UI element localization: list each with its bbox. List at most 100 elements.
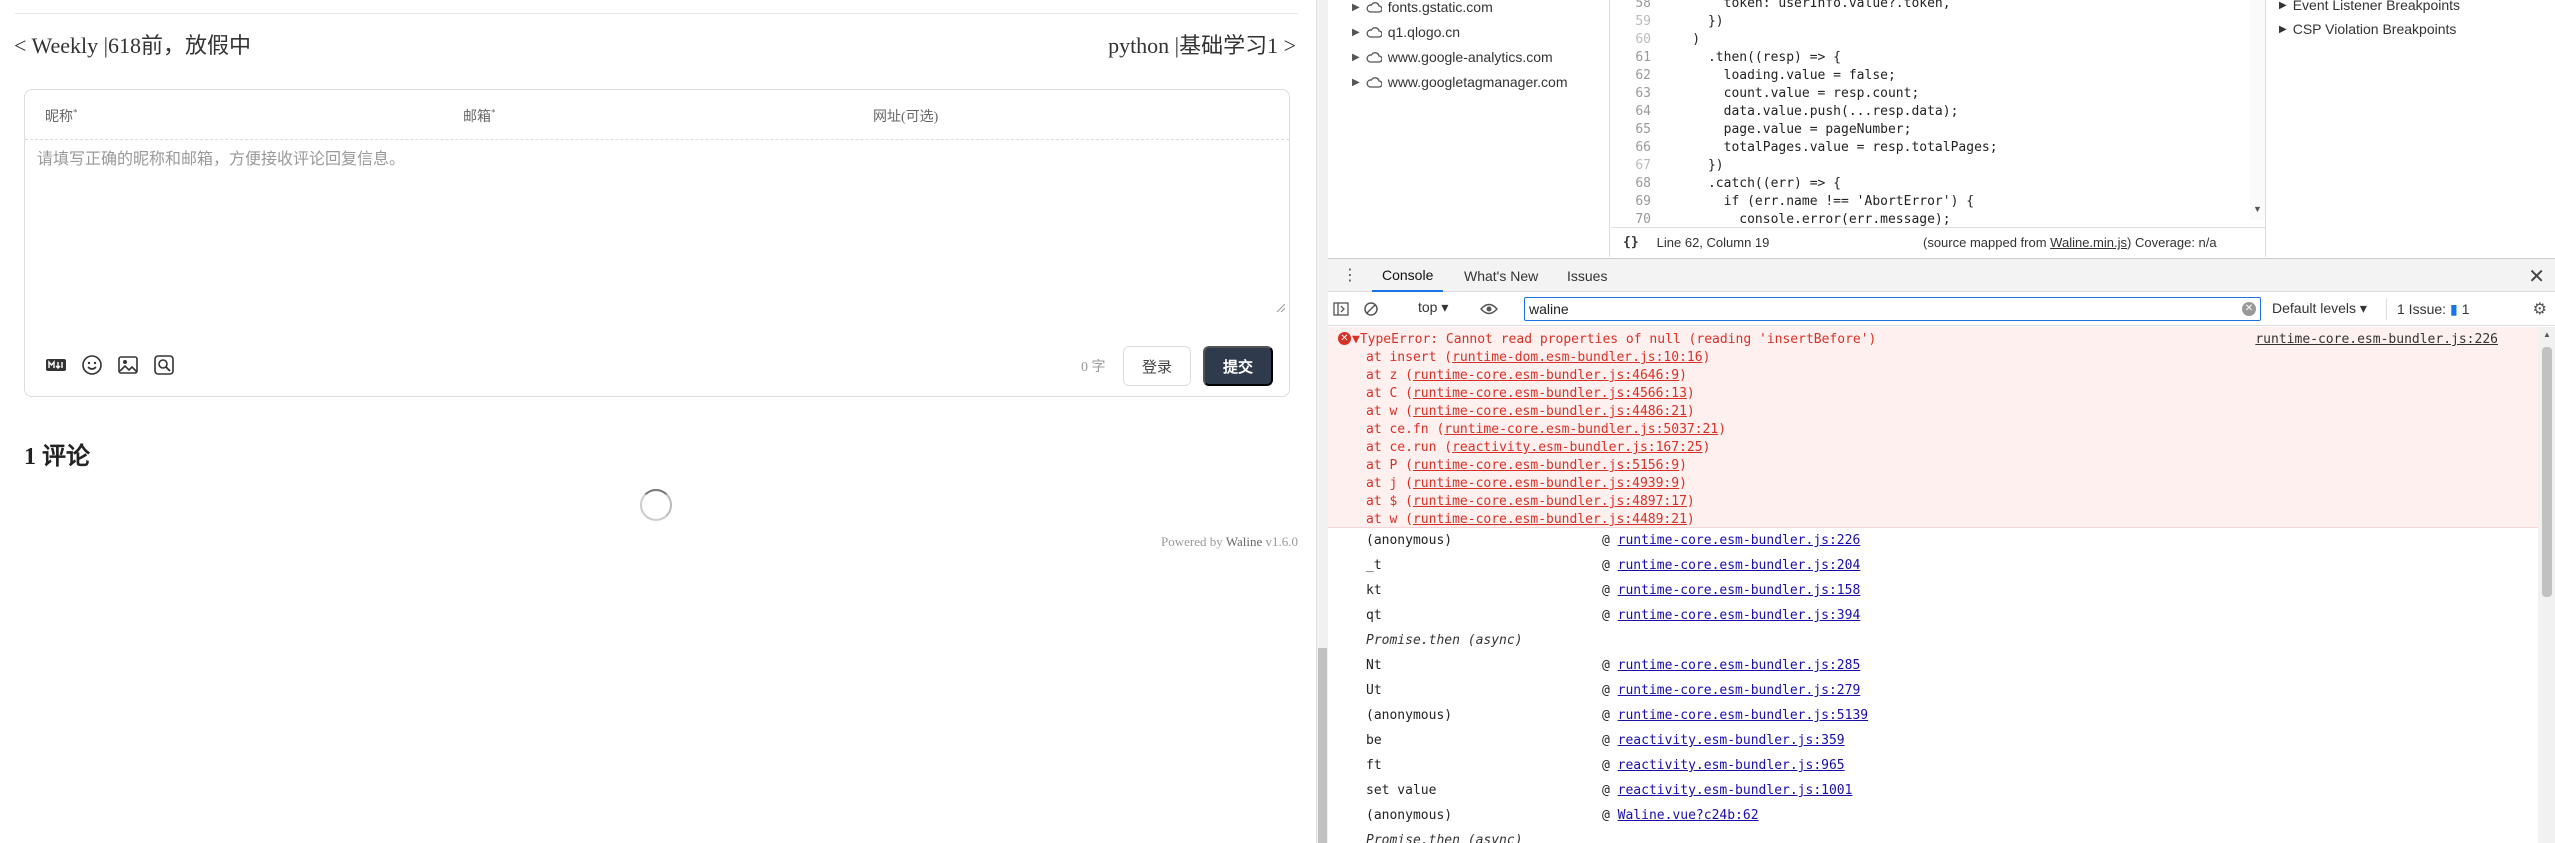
line-number[interactable]: 58 [1611,0,1661,14]
expand-triangle-icon[interactable]: ▶ [1352,2,1360,13]
link-field[interactable]: 网址(可选) [873,106,938,126]
source-map-link[interactable]: Waline.min.js [2050,235,2127,250]
code-line[interactable]: 66 totalPages.value = resp.totalPages; [1611,140,2251,158]
call-source-link[interactable]: reactivity.esm-bundler.js:1001 [1618,783,1853,798]
frame-source-link[interactable]: runtime-core.esm-bundler.js:4486:21 [1413,404,1687,419]
login-button[interactable]: 登录 [1123,346,1191,386]
call-source-link[interactable]: runtime-core.esm-bundler.js:279 [1618,683,1861,698]
frame-source-link[interactable]: runtime-core.esm-bundler.js:4489:21 [1413,512,1687,527]
frame-source-link[interactable]: runtime-core.esm-bundler.js:5037:21 [1444,422,1718,437]
call-source-link[interactable]: runtime-core.esm-bundler.js:226 [1618,533,1861,548]
live-expression-eye-icon[interactable] [1478,298,1500,320]
source-domain-item[interactable]: ▶ www.google-analytics.com [1352,46,1553,68]
call-stack-row[interactable]: _t @ runtime-core.esm-bundler.js:204 [1366,558,1860,578]
call-stack-row[interactable]: set value @ reactivity.esm-bundler.js:100… [1366,783,1852,803]
line-number[interactable]: 68 [1611,176,1661,194]
call-source-link[interactable]: runtime-core.esm-bundler.js:204 [1618,558,1861,573]
call-stack-row[interactable]: (anonymous) @ Waline.vue?c24b:62 [1366,808,1759,828]
source-domain-item[interactable]: ▶ q1.qlogo.cn [1352,21,1460,43]
code-line[interactable]: 65 page.value = pageNumber; [1611,122,2251,140]
code-line[interactable]: 61 .then((resp) => { [1611,50,2251,68]
call-stack-row[interactable]: qt @ runtime-core.esm-bundler.js:394 [1366,608,1860,628]
frame-source-link[interactable]: reactivity.esm-bundler.js:167:25 [1452,440,1702,455]
call-source-link[interactable]: reactivity.esm-bundler.js:965 [1618,758,1845,773]
breakpoint-section[interactable]: ▶ CSP Violation Breakpoints [2279,18,2456,40]
tab-whats-new[interactable]: What's New [1454,259,1548,292]
call-stack-row[interactable]: Nt @ runtime-core.esm-bundler.js:285 [1366,658,1860,678]
line-number[interactable]: 59 [1611,14,1661,32]
call-source-link[interactable]: runtime-core.esm-bundler.js:158 [1618,583,1861,598]
context-selector[interactable]: top ▾ [1418,299,1448,316]
comment-textarea[interactable]: 请填写正确的昵称和邮箱，方便接收评论回复信息。 [37,148,1277,298]
call-source-link[interactable]: runtime-core.esm-bundler.js:285 [1618,658,1861,673]
code-line[interactable]: 64 data.value.push(...resp.data); [1611,104,2251,122]
line-number[interactable]: 61 [1611,50,1661,68]
markdown-icon[interactable] [43,352,69,378]
call-source-link[interactable]: runtime-core.esm-bundler.js:394 [1618,608,1861,623]
call-source-link[interactable]: reactivity.esm-bundler.js:359 [1618,733,1845,748]
console-scrollbar[interactable]: ▲ [2538,327,2555,843]
expand-triangle-icon[interactable]: ▶ [2279,0,2287,11]
scroll-up-icon[interactable]: ▲ [2543,330,2551,339]
page-scrollbar[interactable] [1316,0,1328,843]
call-stack-row[interactable]: (anonymous) @ runtime-core.esm-bundler.js… [1366,708,1868,728]
tab-issues[interactable]: Issues [1557,259,1617,292]
scroll-down-icon[interactable]: ▼ [2253,204,2262,214]
image-upload-icon[interactable] [115,352,141,378]
source-code-editor[interactable]: 58 token: userInfo.value?.token, 59 }) 60 … [1611,0,2266,257]
call-source-link[interactable]: Waline.vue?c24b:62 [1618,808,1759,823]
frame-source-link[interactable]: runtime-dom.esm-bundler.js:10:16 [1452,350,1702,365]
code-line[interactable]: 58 token: userInfo.value?.token, [1611,0,2251,14]
error-text[interactable]: ▼TypeError: Cannot read properties of nu… [1352,332,1876,347]
code-line[interactable]: 69 if (err.name !== 'AbortError') { [1611,194,2251,212]
prev-post-link[interactable]: < Weekly |618前，放假中 [14,28,251,60]
emoji-icon[interactable] [79,352,105,378]
resize-handle-icon[interactable] [1275,302,1285,312]
source-domain-item[interactable]: ▶ www.googletagmanager.com [1352,71,1567,93]
line-number[interactable]: 65 [1611,122,1661,140]
close-drawer-icon[interactable]: ✕ [2528,264,2545,289]
frame-source-link[interactable]: runtime-core.esm-bundler.js:4897:17 [1413,494,1687,509]
code-line[interactable]: 67 }) [1611,158,2251,176]
expand-triangle-icon[interactable]: ▶ [1352,52,1360,63]
frame-source-link[interactable]: runtime-core.esm-bundler.js:5156:9 [1413,458,1679,473]
line-number[interactable]: 62 [1611,68,1661,86]
console-scrollbar-thumb[interactable] [2542,347,2552,597]
issues-counter[interactable]: 1 Issue: ▮ 1 [2386,298,2470,320]
call-stack-row[interactable]: Ut @ runtime-core.esm-bundler.js:279 [1366,683,1860,703]
console-filter-input[interactable]: waline ✕ [1524,297,2261,321]
line-number[interactable]: 66 [1611,140,1661,158]
frame-source-link[interactable]: runtime-core.esm-bundler.js:4566:13 [1413,386,1687,401]
call-stack-row[interactable]: kt @ runtime-core.esm-bundler.js:158 [1366,583,1860,603]
source-domain-item[interactable]: ▶ fonts.gstatic.com [1352,0,1493,18]
next-post-link[interactable]: python |基础学习1 > [1108,28,1296,60]
pretty-print-button[interactable]: {} [1623,235,1639,250]
nick-field[interactable]: 昵称* [45,106,78,126]
frame-source-link[interactable]: runtime-core.esm-bundler.js:4646:9 [1413,368,1679,383]
sidebar-toggle-icon[interactable] [1330,298,1352,320]
call-source-link[interactable]: runtime-core.esm-bundler.js:5139 [1618,708,1868,723]
clear-filter-icon[interactable]: ✕ [2242,302,2256,316]
error-source-link[interactable]: runtime-core.esm-bundler.js:226 [2255,332,2498,347]
call-stack-row[interactable]: ft @ reactivity.esm-bundler.js:965 [1366,758,1845,778]
code-line[interactable]: 63 count.value = resp.count; [1611,86,2251,104]
call-stack-row[interactable]: be @ reactivity.esm-bundler.js:359 [1366,733,1845,753]
tab-console[interactable]: Console [1372,259,1444,292]
code-scrollbar[interactable]: ▼ [2250,0,2265,220]
frame-source-link[interactable]: runtime-core.esm-bundler.js:4939:9 [1413,476,1679,491]
expand-triangle-icon[interactable]: ▶ [1352,27,1360,38]
preview-icon[interactable] [151,352,177,378]
error-message[interactable]: ✕ ▼TypeError: Cannot read properties of … [1328,327,2538,528]
log-levels-dropdown[interactable]: Default levels ▾ [2272,300,2367,317]
code-line[interactable]: 68 .catch((err) => { [1611,176,2251,194]
line-number[interactable]: 67 [1611,158,1661,176]
code-line[interactable]: 59 }) [1611,14,2251,32]
expand-triangle-icon[interactable]: ▶ [1352,77,1360,88]
more-tools-icon[interactable]: ⋮ [1342,265,1358,285]
expand-triangle-icon[interactable]: ▶ [2279,24,2287,35]
code-line[interactable]: 62 loading.value = false; [1611,68,2251,86]
breakpoint-section[interactable]: ▶ Event Listener Breakpoints [2279,0,2460,16]
console-settings-gear-icon[interactable]: ⚙ [2533,299,2547,319]
waline-link[interactable]: Waline [1226,534,1263,549]
clear-console-icon[interactable] [1360,298,1382,320]
